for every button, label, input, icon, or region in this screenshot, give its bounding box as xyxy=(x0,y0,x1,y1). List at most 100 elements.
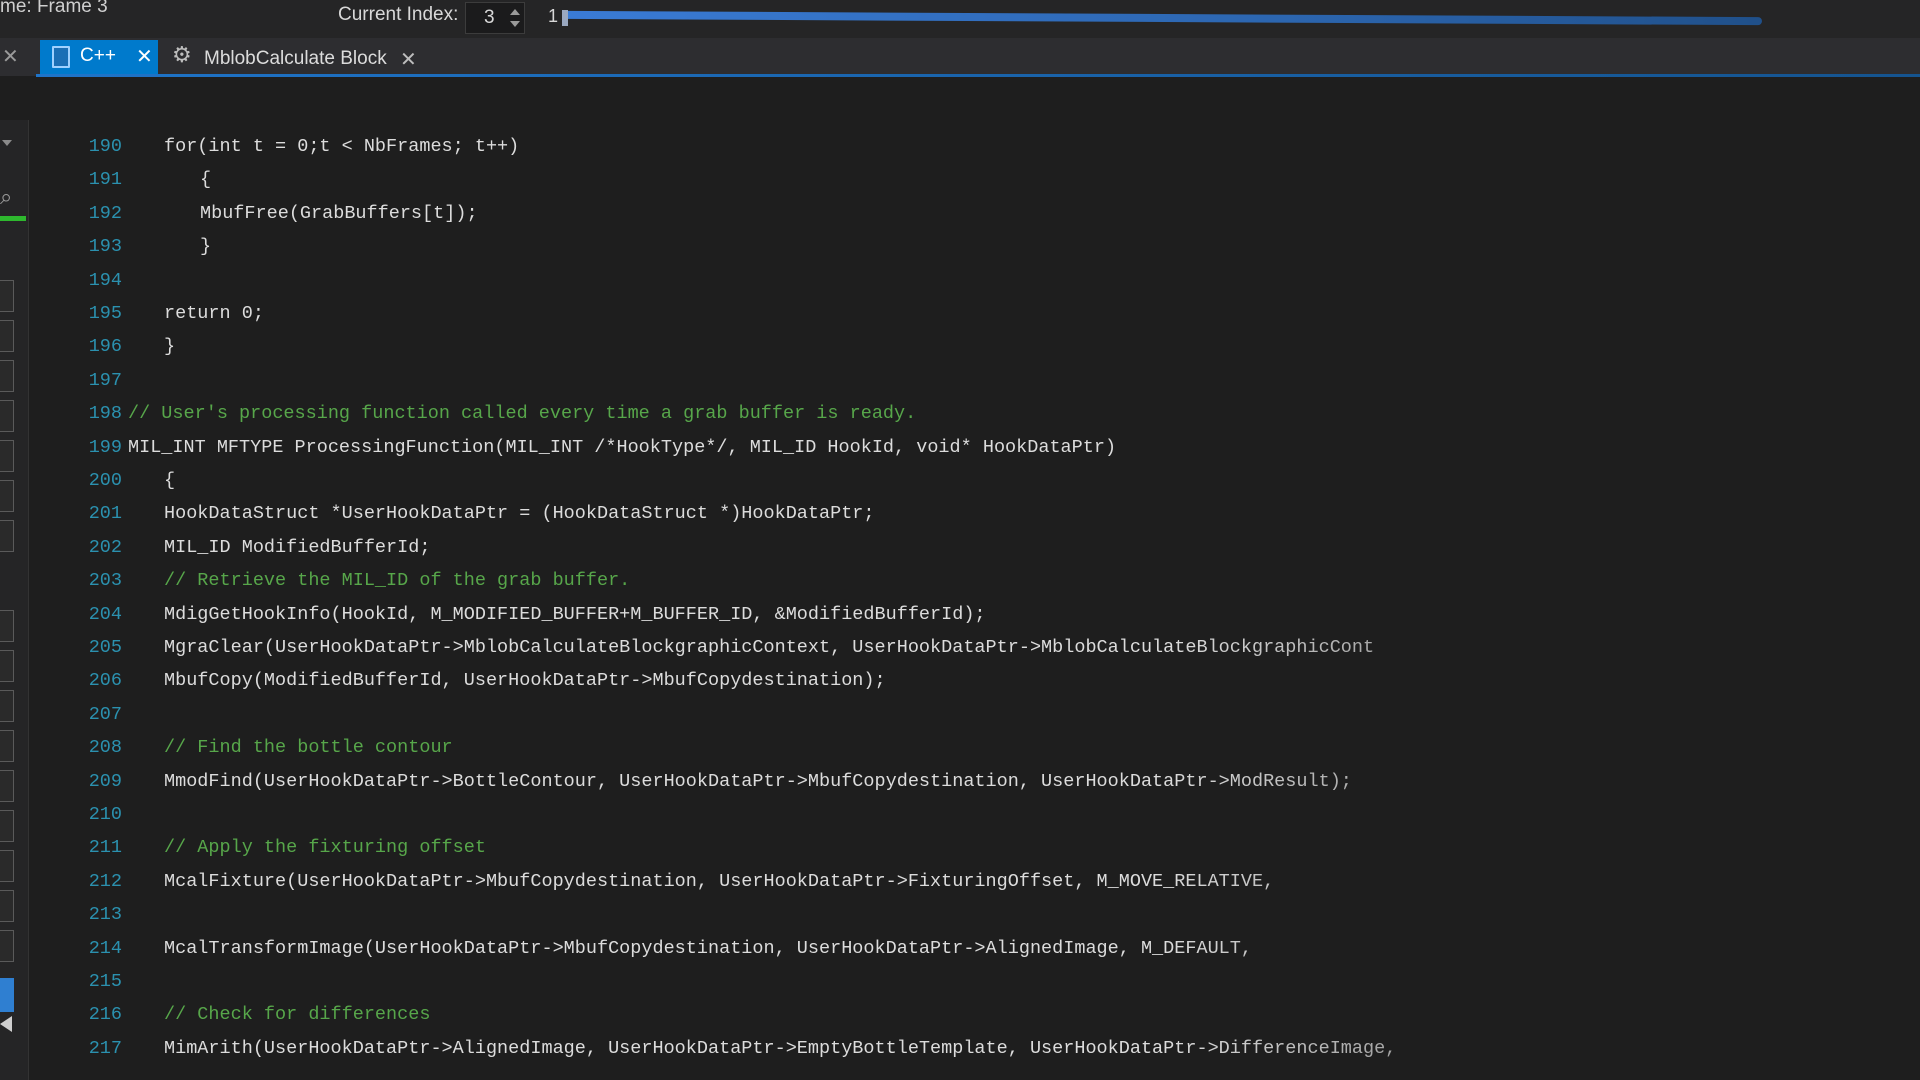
code-line[interactable]: 216 // Check for differences xyxy=(36,1004,1920,1036)
code-text[interactable]: } xyxy=(200,236,211,257)
code-line[interactable]: 198 // User's processing function called … xyxy=(36,403,1920,435)
code-text[interactable]: MmodFind(UserHookDataPtr->BottleContour,… xyxy=(164,771,1352,792)
code-line[interactable]: 207 xyxy=(36,704,1920,736)
code-line[interactable]: 192 MbufFree(GrabBuffers[t]); xyxy=(36,203,1920,235)
code-line[interactable]: 215 xyxy=(36,971,1920,1003)
code-line[interactable]: 190 for(int t = 0;t < NbFrames; t++) xyxy=(36,136,1920,168)
search-icon[interactable]: ⌕ xyxy=(0,184,12,210)
toolbox-item[interactable] xyxy=(0,650,14,682)
code-editor[interactable]: 190 for(int t = 0;t < NbFrames; t++) 191 {1… xyxy=(36,78,1920,1080)
line-number: 196 xyxy=(88,336,122,358)
code-comment[interactable]: // User's processing function called eve… xyxy=(128,403,916,424)
collapse-arrow-icon[interactable] xyxy=(0,1016,12,1032)
code-line[interactable]: 213 xyxy=(36,904,1920,936)
code-line[interactable]: 212 McalFixture(UserHookDataPtr->MbufCopy… xyxy=(36,871,1920,903)
code-comment[interactable]: // Retrieve the MIL_ID of the grab buffe… xyxy=(164,570,630,591)
code-comment[interactable]: // Check for differences xyxy=(164,1004,430,1025)
code-line[interactable]: 191 { xyxy=(36,169,1920,201)
code-line[interactable]: 202 MIL_ID ModifiedBufferId; xyxy=(36,537,1920,569)
code-line[interactable]: 200 { xyxy=(36,470,1920,502)
toolbox-item[interactable] xyxy=(0,730,14,762)
toolbox-item[interactable] xyxy=(0,440,14,472)
toolbox-item[interactable] xyxy=(0,850,14,882)
line-number: 194 xyxy=(88,269,122,291)
code-comment[interactable]: // Find the bottle contour xyxy=(164,737,453,758)
toolbox-item[interactable] xyxy=(0,320,14,352)
code-text[interactable]: MIL_INT MFTYPE ProcessingFunction(MIL_IN… xyxy=(128,437,1116,458)
code-text[interactable]: { xyxy=(200,169,211,190)
code-text[interactable]: return 0; xyxy=(164,303,264,324)
code-line[interactable]: 193} xyxy=(36,236,1920,268)
code-text[interactable]: { xyxy=(164,470,175,491)
code-text[interactable]: HookDataStruct *UserHookDataPtr = (HookD… xyxy=(164,503,875,524)
tab-cpp[interactable]: C++ ✕ xyxy=(40,40,158,74)
tab-close-icon[interactable]: ✕ xyxy=(136,44,153,69)
tab-mblobcalculate-block[interactable]: ⚙ MblobCalculate Block ✕ xyxy=(160,40,430,74)
code-line[interactable]: 196} xyxy=(36,336,1920,368)
toolbox-item[interactable] xyxy=(0,360,14,392)
line-number: 204 xyxy=(88,603,122,625)
line-number: 217 xyxy=(88,1037,122,1059)
line-number: 216 xyxy=(88,1004,122,1026)
active-tab-underline xyxy=(36,74,1920,77)
code-line[interactable]: 197 xyxy=(36,370,1920,402)
code-line[interactable]: 206 MbufCopy(ModifiedBufferId, UserHookDa… xyxy=(36,670,1920,702)
code-line[interactable]: 214 McalTransformImage(UserHookDataPtr->M… xyxy=(36,938,1920,970)
code-line[interactable]: 209 MmodFind(UserHookDataPtr->BottleConto… xyxy=(36,771,1920,803)
toolbox-item[interactable] xyxy=(0,480,14,512)
frame-slider-track[interactable] xyxy=(562,10,1762,26)
line-number: 191 xyxy=(88,169,122,191)
frame-slider-handle[interactable] xyxy=(562,10,568,26)
code-line[interactable]: 204 MdigGetHookInfo(HookId, M_MODIFIED_BU… xyxy=(36,604,1920,636)
code-line[interactable]: 208 // Find the bottle contour xyxy=(36,737,1920,769)
toolbox-item[interactable] xyxy=(0,930,14,962)
line-number: 199 xyxy=(88,436,122,458)
code-text[interactable]: for(int t = 0;t < NbFrames; t++) xyxy=(164,136,519,157)
spin-down-icon[interactable] xyxy=(510,21,520,27)
toolbox-item[interactable] xyxy=(0,610,14,642)
left-sidebar: ⌕ xyxy=(0,120,29,1080)
chevron-down-icon[interactable] xyxy=(2,140,12,146)
code-line[interactable]: 217 MimArith(UserHookDataPtr->AlignedImag… xyxy=(36,1038,1920,1070)
tab-label: C++ xyxy=(80,45,116,66)
spin-up-icon[interactable] xyxy=(510,9,520,15)
toolbox-item[interactable] xyxy=(0,400,14,432)
code-text[interactable]: MbufFree(GrabBuffers[t]); xyxy=(200,203,478,224)
line-number: 205 xyxy=(88,637,122,658)
code-text[interactable]: MdigGetHookInfo(HookId, M_MODIFIED_BUFFE… xyxy=(164,604,986,625)
tab-label: MblobCalculate Block xyxy=(204,48,387,69)
code-line[interactable]: 211 // Apply the fixturing offset xyxy=(36,837,1920,869)
current-index-value[interactable]: 3 xyxy=(484,7,495,29)
code-line[interactable]: 195 return 0; xyxy=(36,303,1920,335)
code-line[interactable]: 194 xyxy=(36,270,1920,302)
code-text[interactable]: MimArith(UserHookDataPtr->AlignedImage, … xyxy=(164,1038,1396,1059)
code-line[interactable]: 205 MgraClear(UserHookDataPtr->MblobCalcu… xyxy=(36,637,1920,669)
code-text[interactable]: MgraClear(UserHookDataPtr->MblobCalculat… xyxy=(164,637,1374,658)
line-number: 214 xyxy=(88,937,122,959)
code-line[interactable]: 203 // Retrieve the MIL_ID of the grab bu… xyxy=(36,570,1920,602)
code-text[interactable]: } xyxy=(164,336,175,357)
code-text[interactable]: McalFixture(UserHookDataPtr->MbufCopydes… xyxy=(164,871,1274,892)
code-line[interactable]: 201 HookDataStruct *UserHookDataPtr = (Ho… xyxy=(36,503,1920,535)
code-text[interactable]: MbufCopy(ModifiedBufferId, UserHookDataP… xyxy=(164,670,886,691)
toolbox-item[interactable] xyxy=(0,280,14,312)
toolbox-item[interactable] xyxy=(0,520,14,552)
line-number: 192 xyxy=(88,202,122,224)
code-comment[interactable]: // Apply the fixturing offset xyxy=(164,837,486,858)
code-line[interactable]: 210 xyxy=(36,804,1920,836)
selected-toolbox-item[interactable] xyxy=(0,978,14,1012)
current-index-stepper[interactable]: 3 xyxy=(465,2,525,34)
tab-close-icon[interactable]: ✕ xyxy=(400,47,417,72)
slider-value: 1 xyxy=(548,6,559,26)
toolbox-item[interactable] xyxy=(0,810,14,842)
line-number: 209 xyxy=(88,770,122,792)
toolbox-item[interactable] xyxy=(0,770,14,802)
code-line[interactable]: 199 MIL_INT MFTYPE ProcessingFunction(MIL… xyxy=(36,437,1920,469)
code-text[interactable]: McalTransformImage(UserHookDataPtr->Mbuf… xyxy=(164,938,1252,959)
toolbox-item[interactable] xyxy=(0,690,14,722)
toolbox-item[interactable] xyxy=(0,890,14,922)
code-text[interactable]: MIL_ID ModifiedBufferId; xyxy=(164,537,430,558)
line-number: 208 xyxy=(88,737,122,759)
close-icon[interactable]: ✕ xyxy=(2,44,19,69)
gear-icon: ⚙ xyxy=(172,42,192,67)
